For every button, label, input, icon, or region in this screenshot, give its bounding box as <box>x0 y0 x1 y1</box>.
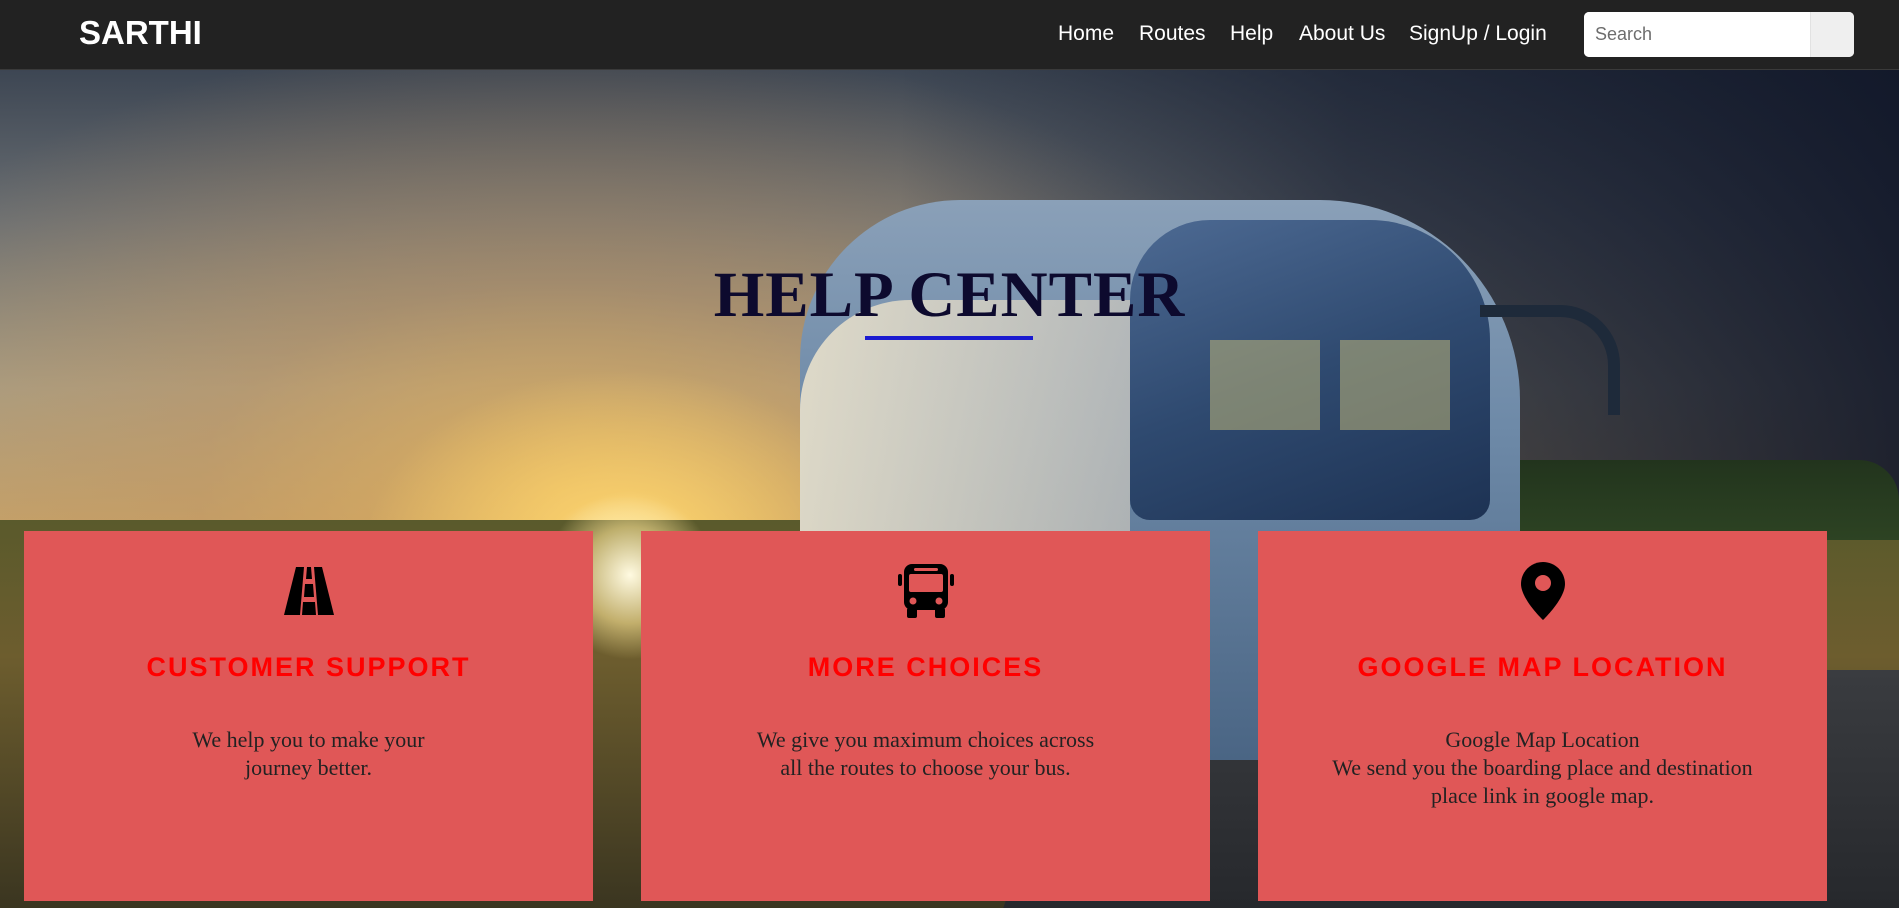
map-marker-icon <box>1258 561 1827 621</box>
card-text-line: We give you maximum choices across <box>756 727 1095 752</box>
search-input[interactable] <box>1584 12 1810 57</box>
brand-logo[interactable]: SARTHI <box>79 14 202 52</box>
hero-bus-window <box>1340 340 1450 430</box>
card-google-map-location: GOOGLE MAP LOCATION Google Map Location … <box>1258 531 1827 901</box>
card-title: CUSTOMER SUPPORT <box>146 652 471 682</box>
hero-treeline <box>1480 460 1899 540</box>
card-description: We help you to make your journey better. <box>24 726 593 782</box>
hero-bus-window <box>1210 340 1320 430</box>
bus-icon <box>641 561 1210 621</box>
navbar: SARTHI Home Routes Help About Us SignUp … <box>0 0 1899 70</box>
nav-link-home[interactable]: Home <box>1058 22 1114 46</box>
card-more-choices: MORE CHOICES We give you maximum choices… <box>641 531 1210 901</box>
search-button[interactable] <box>1810 12 1854 57</box>
card-text-line: We help you to make your <box>192 727 425 752</box>
nav-link-routes[interactable]: Routes <box>1139 22 1206 46</box>
search-box <box>1584 12 1854 57</box>
card-text-line: journey better. <box>244 755 373 780</box>
card-description: We give you maximum choices across all t… <box>641 726 1210 782</box>
card-text-line: Google Map Location <box>1445 727 1640 752</box>
nav-link-signup-login[interactable]: SignUp / Login <box>1409 22 1547 46</box>
nav-link-help[interactable]: Help <box>1230 22 1273 46</box>
card-customer-support: CUSTOMER SUPPORT We help you to make you… <box>24 531 593 901</box>
card-description: Google Map Location We send you the boar… <box>1258 726 1827 810</box>
card-title: MORE CHOICES <box>807 652 1044 682</box>
card-text-line: place link in google map. <box>1431 783 1654 808</box>
card-text-line: We send you the boarding place and desti… <box>1332 755 1753 780</box>
page-title: HELP CENTER <box>713 259 1186 331</box>
card-text-line: all the routes to choose your bus. <box>780 755 1071 780</box>
road-icon <box>24 561 593 621</box>
nav-link-about-us[interactable]: About Us <box>1299 22 1385 46</box>
card-title: GOOGLE MAP LOCATION <box>1357 652 1728 682</box>
title-underline <box>865 336 1033 340</box>
